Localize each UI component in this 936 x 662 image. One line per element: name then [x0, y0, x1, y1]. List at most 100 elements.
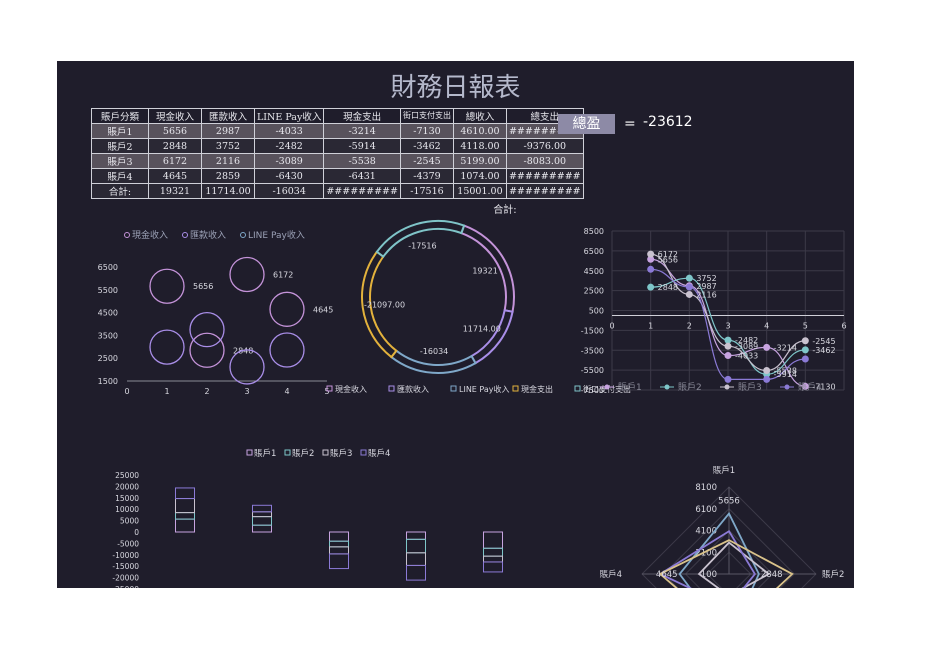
legend-label: 匯款收入 [397, 384, 429, 394]
y-tick-label: -5000 [117, 539, 139, 548]
table-cell: -6430 [253, 168, 325, 184]
table-cell: 2116 [201, 153, 255, 169]
data-point [724, 336, 732, 344]
table-row: 賬戶2 2848 3752 -2482 -5914 -3462 4118.00 … [91, 138, 584, 154]
y-tick-label: 1500 [98, 377, 118, 386]
y-tick-label: 8500 [584, 227, 604, 236]
table-cell: 11714.00 [201, 183, 255, 199]
legend-marker [450, 385, 457, 392]
table-cell: 15001.00 [452, 183, 507, 199]
table-cell: -3214 [323, 123, 401, 139]
table-header: 賬戶分類 [91, 108, 149, 124]
data-point [724, 375, 732, 383]
data-point [724, 352, 732, 360]
bubble-point [189, 332, 225, 368]
profit-equals: = [624, 116, 636, 132]
table-header: LINE Pay收入 [253, 108, 325, 124]
axis-label: 賬戶2 [822, 569, 844, 580]
x-tick-label: 1 [648, 321, 653, 330]
data-point [685, 290, 693, 298]
data-point [647, 283, 655, 291]
data-point [763, 343, 771, 351]
data-point [647, 265, 655, 273]
data-label: 5656 [193, 282, 213, 291]
bar-segment [175, 518, 195, 533]
table-cell: -7130 [399, 123, 454, 139]
x-tick-label: 4 [284, 387, 289, 396]
table-header: 現金支出 [323, 108, 401, 124]
y-tick-label: 4500 [584, 267, 604, 276]
data-point [763, 367, 771, 375]
radar-series [658, 539, 794, 588]
y-tick-label: 2500 [98, 354, 118, 363]
legend-label: 賬戶4 [798, 381, 822, 393]
legend-label: 賬戶3 [330, 448, 352, 459]
table-cell: 5656 [148, 123, 202, 139]
table-cell: -4033 [253, 123, 325, 139]
bar-segment [483, 555, 503, 563]
x-tick-label: 0 [124, 387, 129, 396]
legend-label: 賬戶2 [292, 448, 314, 459]
table-cell: -4379 [399, 168, 454, 184]
bar-segment [483, 561, 503, 573]
y-tick-label: -1500 [581, 326, 604, 335]
legend-marker [388, 385, 395, 392]
y-tick-label: 6500 [584, 247, 604, 256]
y-tick-label: 2500 [584, 287, 604, 296]
table-cell: 賬戶1 [91, 123, 149, 139]
data-label: -21097.00 [364, 300, 405, 309]
legend-label: 現金支出 [521, 384, 553, 394]
legend-label: LINE Pay收入 [248, 229, 305, 241]
data-label: 2848 [658, 283, 678, 292]
table-row: 賬戶1 5656 2987 -4033 -3214 -7130 4610.00 … [91, 123, 584, 139]
data-point [801, 337, 809, 345]
table-cell: 賬戶3 [91, 153, 149, 169]
chart-title: 合計: [493, 203, 516, 216]
r-tick-label: 100 [701, 570, 717, 580]
y-tick-label: -15000 [112, 562, 139, 571]
axis-label: 賬戶1 [713, 465, 735, 476]
legend-marker [284, 449, 291, 456]
table-cell: ######### [323, 183, 401, 199]
bar-segment [483, 531, 503, 549]
table-cell: 4610.00 [452, 123, 507, 139]
y-tick-label: 25000 [115, 471, 139, 480]
legend-marker [724, 384, 730, 390]
bar-segment [406, 564, 426, 581]
table-row: 賬戶4 4645 2859 -6430 -6431 -4379 1074.00 … [91, 168, 584, 184]
y-tick-label: 6500 [98, 263, 118, 272]
y-tick-label: 5500 [98, 286, 118, 295]
table-cell: 4645 [148, 168, 202, 184]
legend-marker [664, 384, 670, 390]
data-label: -5914 [774, 370, 797, 379]
data-point [724, 342, 732, 350]
bar-segment [175, 487, 195, 500]
table-cell: 6172 [148, 153, 202, 169]
y-tick-label: 5000 [120, 517, 139, 526]
bar-segment [252, 524, 272, 533]
table-header-row: 賬戶分類 現金收入 匯款收入 LINE Pay收入 現金支出 街口支付支出 總收… [91, 108, 584, 124]
data-label: 2987 [696, 282, 716, 291]
table-cell: 1074.00 [452, 168, 507, 184]
table-cell: 2987 [201, 123, 255, 139]
data-label: 5656 [718, 497, 740, 507]
bubble-chart: 現金收入 匯款收入 LINE Pay收入6500550045003500250015… [98, 229, 334, 396]
table-row: 賬戶3 6172 2116 -3089 -5538 -2545 5199.00 … [91, 153, 584, 169]
x-tick-label: 3 [244, 387, 249, 396]
data-label: -3462 [812, 346, 835, 355]
y-tick-label: 15000 [115, 494, 139, 503]
table-header: 現金收入 [148, 108, 202, 124]
table-cell: 2848 [148, 138, 202, 154]
y-tick-label: 0 [134, 528, 139, 537]
table-header: 總收入 [452, 108, 507, 124]
report-panel: 財務日報表 賬戶分類 現金收入 匯款收入 LINE Pay收入 現金支出 街口支… [57, 61, 854, 588]
x-tick-label: 3 [725, 321, 730, 330]
table-cell: -3462 [399, 138, 454, 154]
legend-label: 現金收入 [335, 384, 367, 394]
bubble-point [149, 329, 185, 365]
table-cell: 合計: [91, 183, 149, 199]
x-tick-label: 0 [609, 321, 614, 330]
bubble-point [269, 291, 305, 327]
line-chart: 8500650045002500500-1500-3500-5500-75000… [581, 227, 847, 395]
table-cell: -9376.00 [505, 138, 584, 154]
